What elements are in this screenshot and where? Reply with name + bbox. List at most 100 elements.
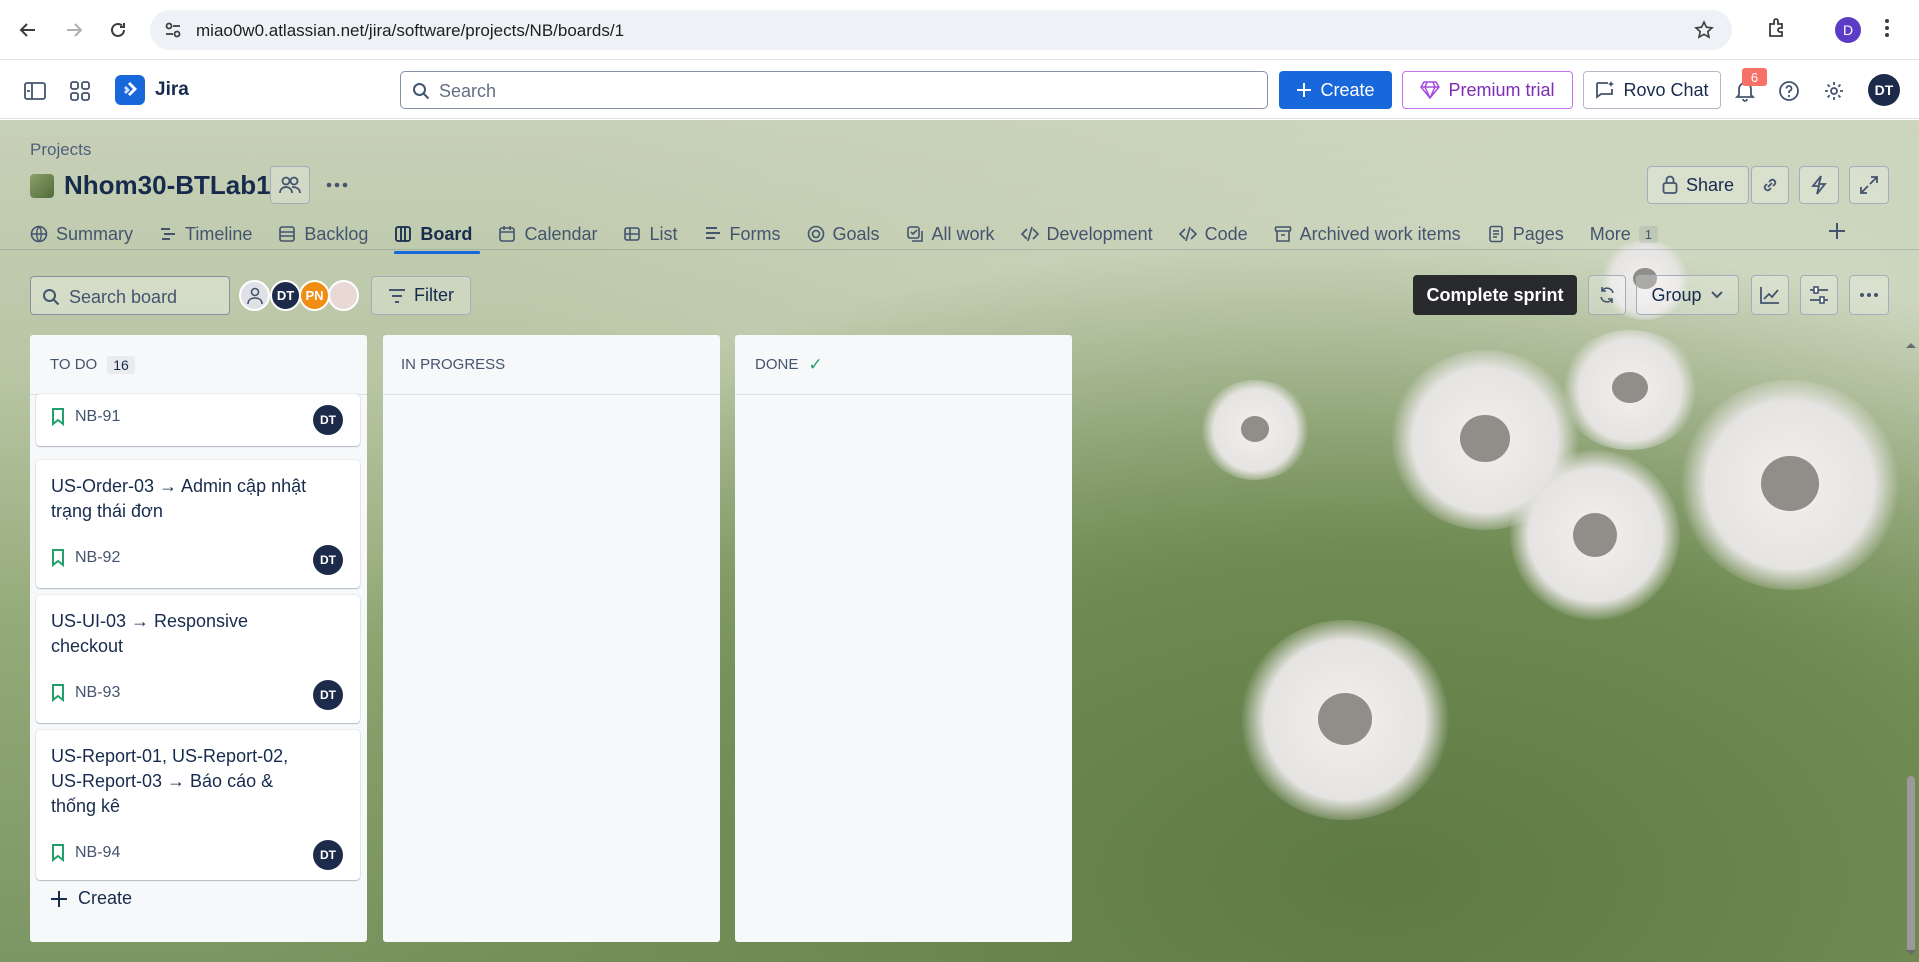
flower-decoration xyxy=(1560,330,1700,450)
address-bar[interactable]: miao0w0.atlassian.net/jira/software/proj… xyxy=(150,10,1732,50)
tab-code[interactable]: Code xyxy=(1178,218,1262,250)
help-button[interactable] xyxy=(1776,78,1802,104)
bookmark-star-icon[interactable] xyxy=(1694,20,1714,40)
expand-icon xyxy=(1860,176,1878,194)
group-dropdown[interactable]: Group xyxy=(1636,275,1739,315)
assignee-filter-avatar[interactable] xyxy=(328,280,359,311)
forward-button[interactable] xyxy=(60,16,88,44)
create-button[interactable]: Create xyxy=(1279,71,1392,109)
board-more-button[interactable] xyxy=(1849,275,1889,315)
issue-card[interactable]: US-UI-03 → Responsive checkout NB-93 DT xyxy=(36,595,360,723)
back-button[interactable] xyxy=(14,16,42,44)
scroll-up-icon[interactable] xyxy=(1904,340,1918,350)
global-search-input[interactable]: Search xyxy=(400,71,1268,109)
filter-label: Filter xyxy=(414,285,454,305)
issue-card[interactable]: US-Report-01, US-Report-02, US-Report-03… xyxy=(36,730,360,880)
jira-top-nav: Jira Search Create Premium trial Rovo Ch… xyxy=(0,61,1919,119)
search-icon xyxy=(43,289,60,306)
assignee-filter-avatar[interactable]: DT xyxy=(270,280,301,311)
tab-label: Forms xyxy=(729,223,781,244)
plus-icon xyxy=(1297,83,1312,97)
app-switcher-button[interactable] xyxy=(67,78,93,104)
share-button[interactable]: Share xyxy=(1647,166,1749,204)
tab-forms[interactable]: Forms xyxy=(704,218,795,250)
board-icon xyxy=(395,226,412,242)
browser-menu-icon[interactable] xyxy=(1884,16,1890,40)
jira-logo[interactable]: Jira xyxy=(115,75,189,105)
team-button[interactable] xyxy=(270,166,310,204)
assignee-avatar[interactable]: DT xyxy=(313,545,343,575)
help-icon xyxy=(1779,81,1799,101)
flower-decoration xyxy=(1240,620,1450,820)
tab-board[interactable]: Board xyxy=(394,218,486,254)
sliders-icon xyxy=(1810,286,1828,304)
assignee-filter-avatar[interactable] xyxy=(239,280,270,311)
tab-calendar[interactable]: Calendar xyxy=(498,218,611,250)
user-avatar[interactable]: DT xyxy=(1868,74,1900,106)
all-work-icon xyxy=(906,226,923,242)
flower-decoration xyxy=(1510,450,1680,620)
people-icon xyxy=(279,176,301,194)
fullscreen-button[interactable] xyxy=(1849,166,1889,204)
issue-key: NB-91 xyxy=(51,408,120,426)
assignee-avatar[interactable]: DT xyxy=(313,680,343,710)
column-title: DONE xyxy=(755,356,799,373)
tab-goals[interactable]: Goals xyxy=(807,218,894,250)
assignee-filter-avatar[interactable]: PN xyxy=(299,280,330,311)
profile-avatar[interactable]: D xyxy=(1835,17,1861,43)
premium-trial-button[interactable]: Premium trial xyxy=(1402,71,1573,109)
copy-link-button[interactable] xyxy=(1751,166,1789,204)
filter-button[interactable]: Filter xyxy=(371,276,471,315)
assignee-avatar[interactable]: DT xyxy=(313,840,343,870)
column-create-button[interactable]: Create xyxy=(50,888,132,909)
back-arrow-icon xyxy=(19,23,35,37)
browser-toolbar: miao0w0.atlassian.net/jira/software/proj… xyxy=(0,0,1919,60)
site-settings-icon[interactable] xyxy=(164,21,182,39)
breadcrumb-projects[interactable]: Projects xyxy=(30,140,91,160)
project-more-button[interactable] xyxy=(322,172,352,198)
tab-archived-work-items[interactable]: Archived work items xyxy=(1274,218,1475,250)
issue-card[interactable]: NB-91 DT xyxy=(36,394,360,446)
tab-backlog[interactable]: Backlog xyxy=(278,218,382,250)
story-icon xyxy=(52,549,64,567)
sidebar-toggle-button[interactable] xyxy=(22,79,48,103)
scrollbar-thumb[interactable] xyxy=(1907,776,1915,952)
notification-count-badge: 6 xyxy=(1742,68,1767,86)
refresh-icon xyxy=(1600,287,1614,303)
rovo-chat-button[interactable]: Rovo Chat xyxy=(1583,71,1721,109)
complete-sprint-button[interactable]: Complete sprint xyxy=(1413,275,1577,315)
assignee-avatar[interactable]: DT xyxy=(313,405,343,435)
tab-development[interactable]: Development xyxy=(1020,218,1167,250)
reload-button[interactable] xyxy=(104,16,132,44)
insights-button[interactable] xyxy=(1751,275,1789,315)
reload-icon xyxy=(111,22,125,37)
tab-label: Board xyxy=(420,223,473,244)
chart-line-icon xyxy=(1760,287,1779,304)
forward-arrow-icon xyxy=(67,23,83,37)
column-title: IN PROGRESS xyxy=(401,356,506,373)
project-avatar xyxy=(30,173,54,198)
tab-list[interactable]: List xyxy=(623,218,691,250)
filter-icon xyxy=(389,288,405,303)
column-done: DONE ✓ xyxy=(735,335,1072,942)
create-label: Create xyxy=(78,888,133,908)
tab-all-work[interactable]: All work xyxy=(906,218,1009,250)
tab-summary[interactable]: Summary xyxy=(30,218,147,250)
tab-label: Code xyxy=(1204,223,1248,244)
sprint-insights-button[interactable] xyxy=(1588,275,1626,315)
scroll-down-icon[interactable] xyxy=(1904,948,1918,958)
tab-more[interactable]: More 1 xyxy=(1590,218,1672,250)
tab-label: More xyxy=(1589,223,1631,244)
column-header: TO DO 16 xyxy=(30,335,367,395)
page-scrollbar[interactable] xyxy=(1903,336,1919,962)
issue-card[interactable]: US-Order-03 → Admin cập nhật trạng thái … xyxy=(36,460,360,588)
tab-count-badge: 1 xyxy=(1638,225,1658,243)
board-search-input[interactable]: Search board xyxy=(30,276,230,315)
add-tab-button[interactable] xyxy=(1824,218,1850,244)
view-settings-button[interactable] xyxy=(1800,275,1838,315)
tab-timeline[interactable]: Timeline xyxy=(159,218,266,250)
settings-button[interactable] xyxy=(1821,78,1847,104)
tab-pages[interactable]: Pages xyxy=(1487,218,1578,250)
automation-button[interactable] xyxy=(1799,166,1839,204)
extensions-icon[interactable] xyxy=(1766,17,1788,39)
